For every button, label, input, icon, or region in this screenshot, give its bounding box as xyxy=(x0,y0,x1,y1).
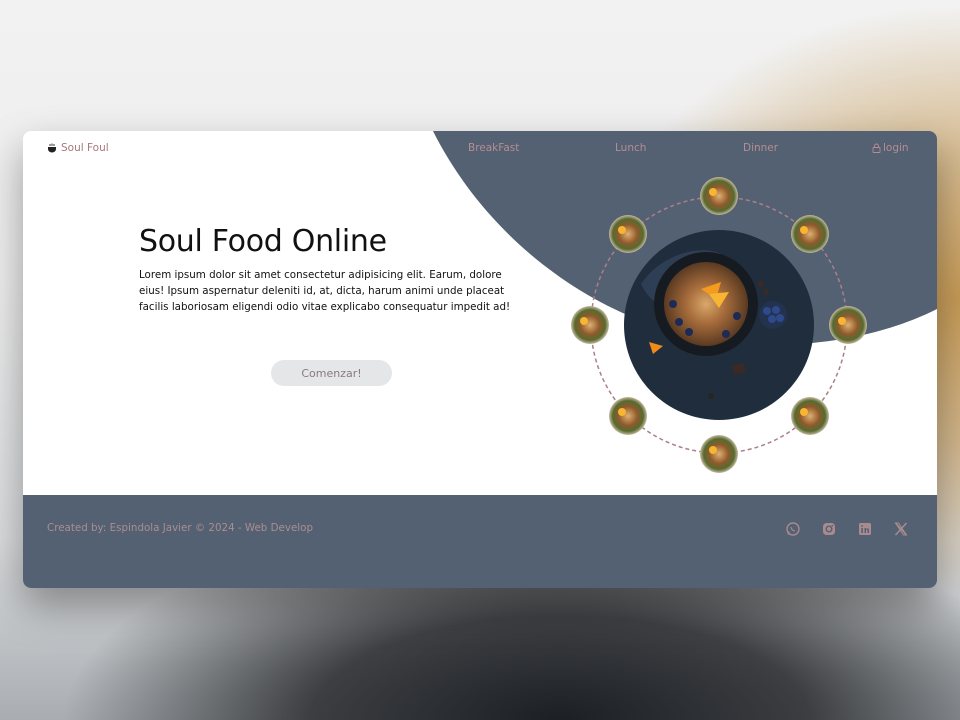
food-thumbnail-bottom-right[interactable] xyxy=(791,397,829,435)
login-label: login xyxy=(883,142,909,154)
nav-link-lunch[interactable]: Lunch xyxy=(615,142,646,154)
food-thumbnail-bottom[interactable] xyxy=(700,435,738,473)
hero-description: Lorem ipsum dolor sit amet consectetur a… xyxy=(139,269,511,313)
linkedin-icon[interactable] xyxy=(857,521,873,537)
navbar: Soul Foul BreakFast Lunch Dinner login xyxy=(23,131,937,167)
main-card: Soul Foul BreakFast Lunch Dinner login S… xyxy=(23,131,937,588)
nav-link-login[interactable]: login xyxy=(872,142,909,154)
main-dish-image xyxy=(624,230,814,420)
brand-name: Soul Foul xyxy=(61,142,109,154)
food-thumbnail-right[interactable] xyxy=(829,306,867,344)
lock-icon xyxy=(872,143,881,153)
whatsapp-icon[interactable] xyxy=(785,521,801,537)
instagram-icon[interactable] xyxy=(821,521,837,537)
start-button[interactable]: Comenzar! xyxy=(271,360,392,386)
hero-title: Soul Food Online xyxy=(139,224,387,259)
nav-link-breakfast[interactable]: BreakFast xyxy=(468,142,519,154)
brand-logo[interactable]: Soul Foul xyxy=(47,142,109,154)
nav-link-dinner[interactable]: Dinner xyxy=(743,142,778,154)
pot-icon xyxy=(48,143,56,153)
food-thumbnail-top-left[interactable] xyxy=(609,215,647,253)
footer-credits: Created by: Espindola Javier © 2024 - We… xyxy=(47,522,314,534)
food-orbit xyxy=(571,177,867,473)
footer: Created by: Espindola Javier © 2024 - We… xyxy=(23,495,937,588)
food-thumbnail-top[interactable] xyxy=(700,177,738,215)
food-thumbnail-bottom-left[interactable] xyxy=(609,397,647,435)
food-thumbnail-left[interactable] xyxy=(571,306,609,344)
x-icon[interactable] xyxy=(893,521,909,537)
food-thumbnail-top-right[interactable] xyxy=(791,215,829,253)
